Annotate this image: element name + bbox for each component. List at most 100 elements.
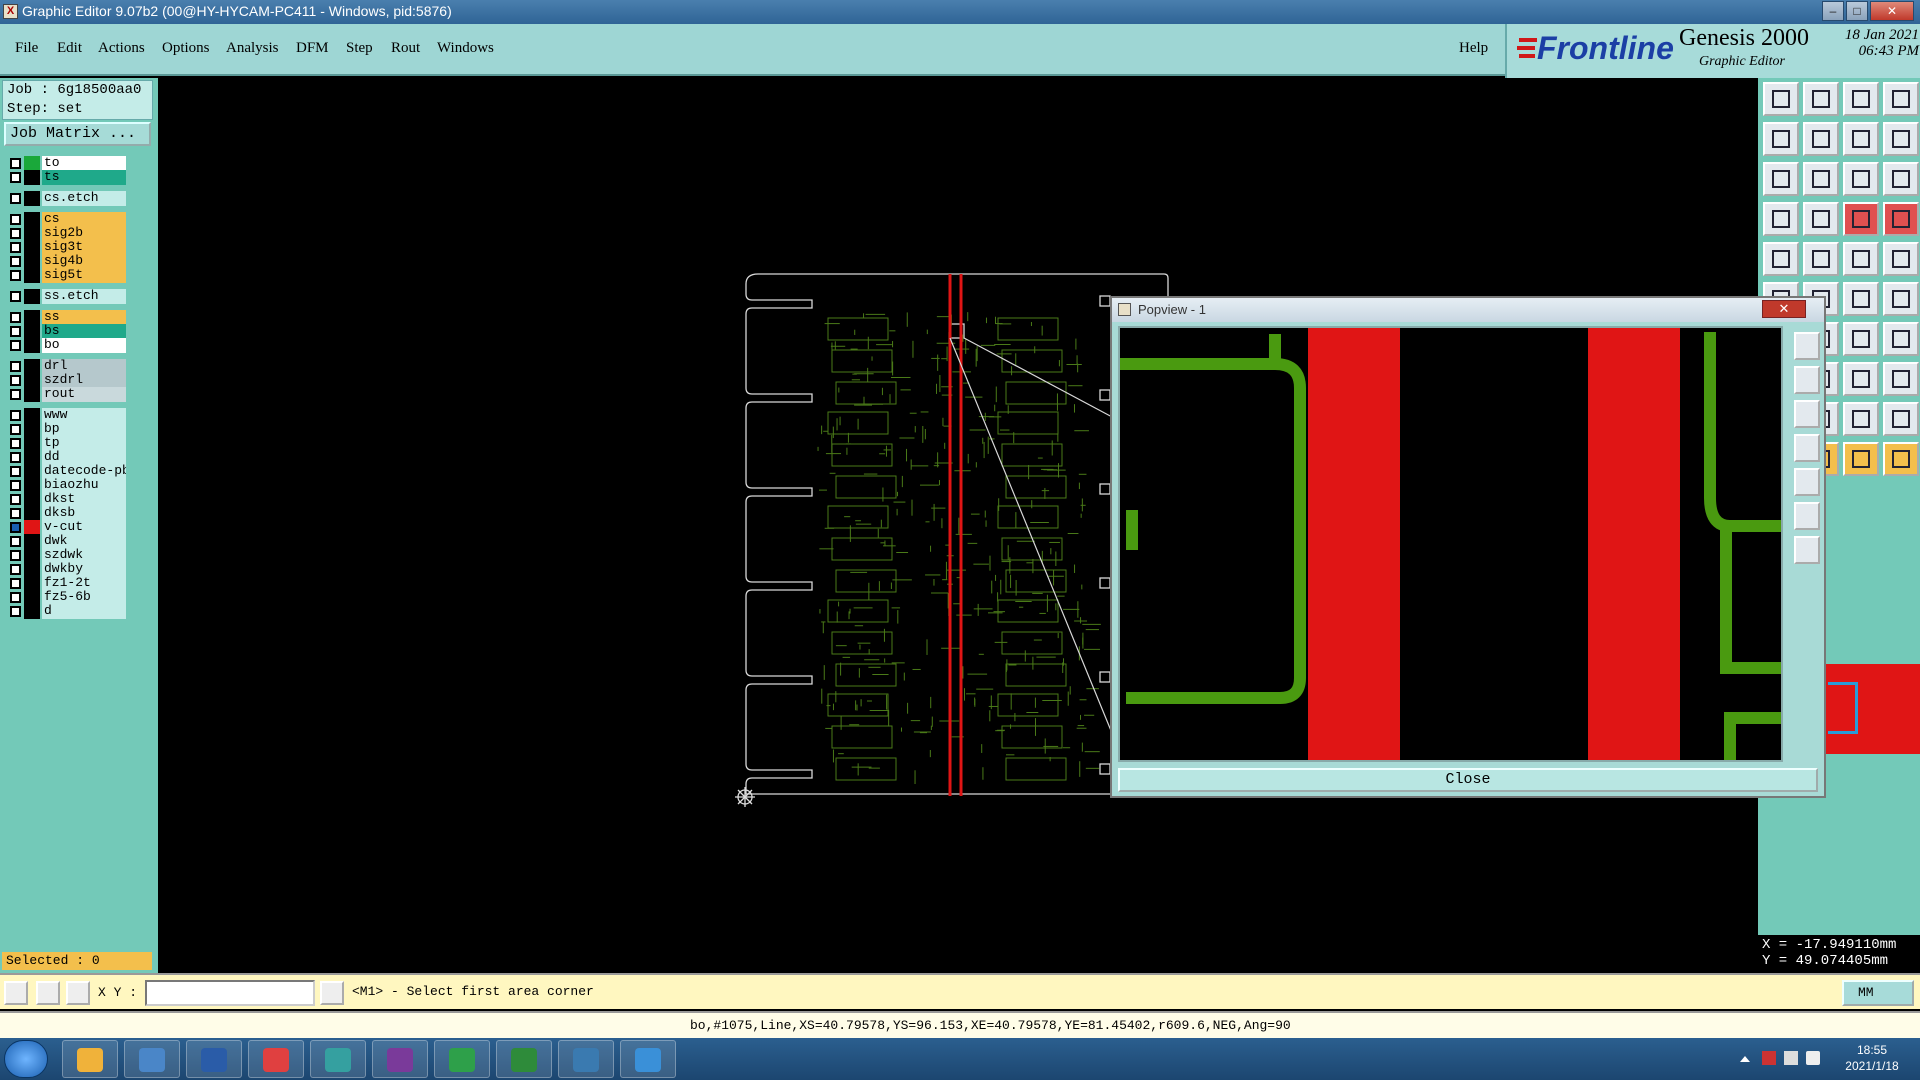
taskbar-excel-icon[interactable] xyxy=(496,1040,552,1078)
taskbar-eye-icon[interactable] xyxy=(310,1040,366,1078)
layer-name[interactable]: d xyxy=(42,604,126,619)
layer-checkbox[interactable] xyxy=(10,410,21,421)
layer-name[interactable]: bo xyxy=(42,338,126,353)
layer-row-dd[interactable]: dd xyxy=(4,450,126,465)
layer-row-dkst[interactable]: dkst xyxy=(4,492,126,507)
menu-step[interactable]: Step xyxy=(346,40,373,57)
layer-name[interactable]: ts xyxy=(42,170,126,185)
job-matrix-button[interactable]: Job Matrix ... xyxy=(4,122,151,146)
menu-options[interactable]: Options xyxy=(162,40,210,57)
layer-row-tp[interactable]: tp xyxy=(4,436,126,451)
layer-checkbox[interactable] xyxy=(10,508,21,519)
fit-icon[interactable] xyxy=(1763,162,1799,196)
layer-checkbox[interactable] xyxy=(10,564,21,575)
layer-checkbox[interactable] xyxy=(10,578,21,589)
pattern-icon[interactable] xyxy=(1883,362,1919,396)
layer-color-swatch[interactable] xyxy=(24,254,40,269)
split-view-icon[interactable] xyxy=(1883,82,1919,116)
layer-checkbox[interactable] xyxy=(10,158,21,169)
layer-color-swatch[interactable] xyxy=(24,268,40,283)
layer-color-swatch[interactable] xyxy=(24,387,40,402)
dot-icon[interactable] xyxy=(1883,242,1919,276)
layer-color-swatch[interactable] xyxy=(24,422,40,437)
layer-name[interactable]: dksb xyxy=(42,506,126,521)
layer-name[interactable]: cs.etch xyxy=(42,191,126,206)
layer-checkbox[interactable] xyxy=(10,606,21,617)
layer-checkbox[interactable] xyxy=(10,256,21,267)
layer-checkbox[interactable] xyxy=(10,592,21,603)
layer-row-szdrl[interactable]: szdrl xyxy=(4,373,126,388)
layer-checkbox[interactable] xyxy=(10,466,21,477)
layer-checkbox[interactable] xyxy=(10,228,21,239)
layer-checkbox[interactable] xyxy=(10,522,21,533)
layer-row-d[interactable]: d xyxy=(4,604,126,619)
layer-name[interactable]: dwk xyxy=(42,534,126,549)
menu-edit[interactable]: Edit xyxy=(57,40,82,57)
prev-icon[interactable] xyxy=(1763,122,1799,156)
layer-color-swatch[interactable] xyxy=(24,562,40,577)
layer-color-swatch[interactable] xyxy=(24,492,40,507)
layers-icon[interactable] xyxy=(1763,202,1799,236)
layer-row-ss.etch[interactable]: ss.etch xyxy=(4,289,126,304)
node2-icon[interactable] xyxy=(1883,282,1919,316)
layer-color-swatch[interactable] xyxy=(24,324,40,339)
layer-row-cs[interactable]: cs xyxy=(4,212,126,227)
layer-color-swatch[interactable] xyxy=(24,534,40,549)
pv-tool-7-icon[interactable] xyxy=(1794,536,1820,564)
measure-icon[interactable] xyxy=(1843,242,1879,276)
layer-row-bo[interactable]: bo xyxy=(4,338,126,353)
layer-color-swatch[interactable] xyxy=(24,478,40,493)
layer-row-bs[interactable]: bs xyxy=(4,324,126,339)
units-selector[interactable]: MM xyxy=(1842,980,1914,1006)
layer-checkbox[interactable] xyxy=(10,438,21,449)
mirror-icon[interactable] xyxy=(1883,322,1919,356)
layer-checkbox[interactable] xyxy=(10,312,21,323)
text-a2-icon[interactable] xyxy=(1883,402,1919,436)
layer-name[interactable]: szdwk xyxy=(42,548,126,563)
angle-icon[interactable] xyxy=(1803,242,1839,276)
layer-name[interactable]: datecode-pbe xyxy=(42,464,126,479)
close-window-button[interactable]: ✕ xyxy=(1870,1,1914,21)
layer-row-drl[interactable]: drl xyxy=(4,359,126,374)
grid-mode-icon[interactable] xyxy=(66,981,90,1005)
popview-window[interactable]: Popview - 1 ✕ Close xyxy=(1110,296,1826,798)
layer-row-dwkby[interactable]: dwkby xyxy=(4,562,126,577)
layer-checkbox[interactable] xyxy=(10,172,21,183)
layer-name[interactable]: biaozhu xyxy=(42,478,126,493)
layer-name[interactable]: sig2b xyxy=(42,226,126,241)
layer-row-cs.etch[interactable]: cs.etch xyxy=(4,191,126,206)
xy-input[interactable] xyxy=(145,980,315,1006)
start-button[interactable] xyxy=(4,1040,48,1078)
layer-checkbox[interactable] xyxy=(10,193,21,204)
layer-row-bp[interactable]: bp xyxy=(4,422,126,437)
taskbar-notepad-icon[interactable] xyxy=(124,1040,180,1078)
home-icon[interactable] xyxy=(1843,82,1879,116)
layer-color-swatch[interactable] xyxy=(24,506,40,521)
tray-expand-icon[interactable] xyxy=(1740,1054,1750,1062)
layer-name[interactable]: ss.etch xyxy=(42,289,126,304)
layer-row-sig2b[interactable]: sig2b xyxy=(4,226,126,241)
load-icon[interactable] xyxy=(1763,82,1799,116)
layer-color-swatch[interactable] xyxy=(24,450,40,465)
taskbar-bird-icon[interactable] xyxy=(620,1040,676,1078)
layer-checkbox[interactable] xyxy=(10,340,21,351)
taskbar-p-icon[interactable] xyxy=(434,1040,490,1078)
layer-name[interactable]: drl xyxy=(42,359,126,374)
layer-row-ts[interactable]: ts xyxy=(4,170,126,185)
pv-tool-3-icon[interactable] xyxy=(1794,400,1820,428)
layer-name[interactable]: sig3t xyxy=(42,240,126,255)
menu-file[interactable]: File xyxy=(15,40,38,57)
layer-color-swatch[interactable] xyxy=(24,576,40,591)
layer-checkbox[interactable] xyxy=(10,480,21,491)
layer-name[interactable]: rout xyxy=(42,387,126,402)
pointer2-icon[interactable] xyxy=(1883,442,1919,476)
layer-row-biaozhu[interactable]: biaozhu xyxy=(4,478,126,493)
clock[interactable]: 18:55 2021/1/18 xyxy=(1832,1042,1912,1074)
layer-row-fz1-2t[interactable]: fz1-2t xyxy=(4,576,126,591)
layer-checkbox[interactable] xyxy=(10,375,21,386)
taskbar-save-icon[interactable] xyxy=(186,1040,242,1078)
menu-dfm[interactable]: DFM xyxy=(296,40,329,57)
layer-color-swatch[interactable] xyxy=(24,436,40,451)
tray-flag-icon[interactable] xyxy=(1762,1051,1776,1065)
maximize-button[interactable]: □ xyxy=(1846,1,1868,21)
